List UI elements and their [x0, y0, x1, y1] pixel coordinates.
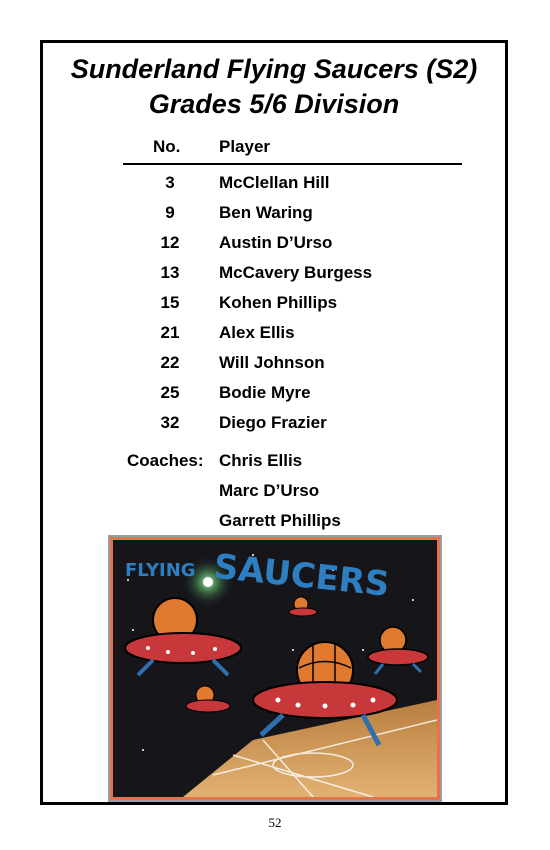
player-number: 13 [160, 263, 180, 282]
roster-row: 32 Diego Frazier [0, 413, 550, 443]
roster-row: 13 McCavery Burgess [0, 263, 550, 293]
coaches-label: Coaches: [127, 451, 204, 470]
player-name: McClellan Hill [219, 173, 330, 192]
flying-saucers-illustration: FLYING SAUCERS [113, 540, 437, 797]
header-rule [123, 163, 462, 165]
team-title: Sunderland Flying Saucers (S2) [70, 54, 478, 84]
player-number: 9 [165, 203, 175, 222]
division-title: Grades 5/6 Division [148, 89, 400, 119]
number-column-header: No. [153, 137, 181, 156]
player-name: McCavery Burgess [219, 263, 373, 282]
player-name: Kohen Phillips [219, 293, 338, 312]
coach-name: Garrett Phillips [219, 511, 341, 530]
roster-row: 9 Ben Waring [0, 203, 550, 233]
player-number: 3 [165, 173, 175, 192]
player-name: Alex Ellis [219, 323, 295, 342]
player-column-header: Player [219, 137, 271, 156]
player-name: Bodie Myre [219, 383, 311, 402]
roster-row: 12 Austin D’Urso [0, 233, 550, 263]
player-number: 15 [160, 293, 180, 312]
page-number: 52 [268, 815, 282, 830]
coach-name: Chris Ellis [219, 451, 303, 470]
player-name: Will Johnson [219, 353, 325, 372]
player-name: Ben Waring [219, 203, 313, 222]
team-logo-image: FLYING SAUCERS [108, 535, 442, 802]
player-number: 22 [160, 353, 180, 372]
logo-text-flying: FLYING [125, 560, 196, 581]
player-number: 12 [160, 233, 180, 252]
roster-row: 3 McClellan Hill [0, 173, 550, 203]
roster-row: 15 Kohen Phillips [0, 293, 550, 323]
player-number: 21 [160, 323, 180, 342]
player-name: Diego Frazier [219, 413, 327, 432]
roster-row: 21 Alex Ellis [0, 323, 550, 353]
roster-row: 25 Bodie Myre [0, 383, 550, 413]
player-name: Austin D’Urso [219, 233, 333, 252]
player-number: 32 [160, 413, 180, 432]
coach-name: Marc D’Urso [219, 481, 320, 500]
player-number: 25 [160, 383, 180, 402]
roster-row: 22 Will Johnson [0, 353, 550, 383]
